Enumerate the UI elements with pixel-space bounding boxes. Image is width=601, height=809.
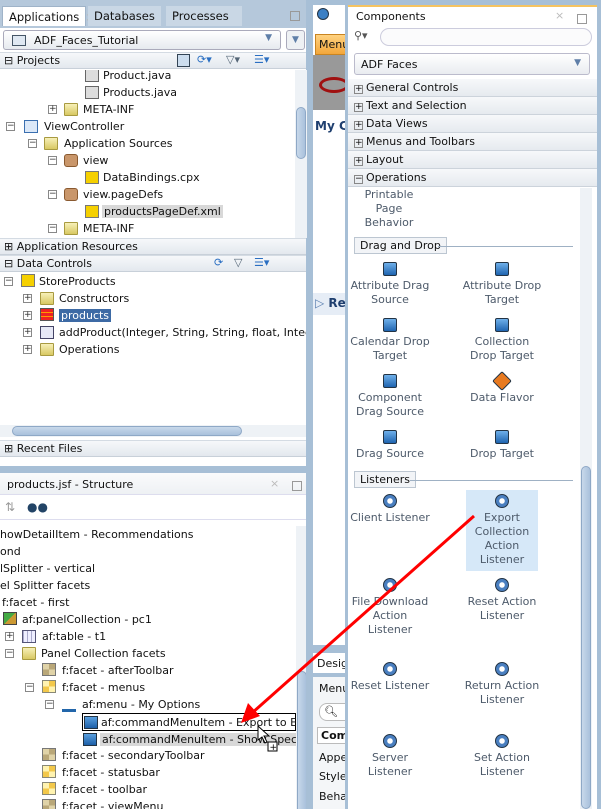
mouse-cursor-icon [257, 724, 271, 744]
drag-arrow: + [241, 514, 475, 753]
arrow-line [251, 514, 475, 715]
arrow-head [241, 703, 260, 723]
svg-text:+: + [270, 743, 278, 753]
